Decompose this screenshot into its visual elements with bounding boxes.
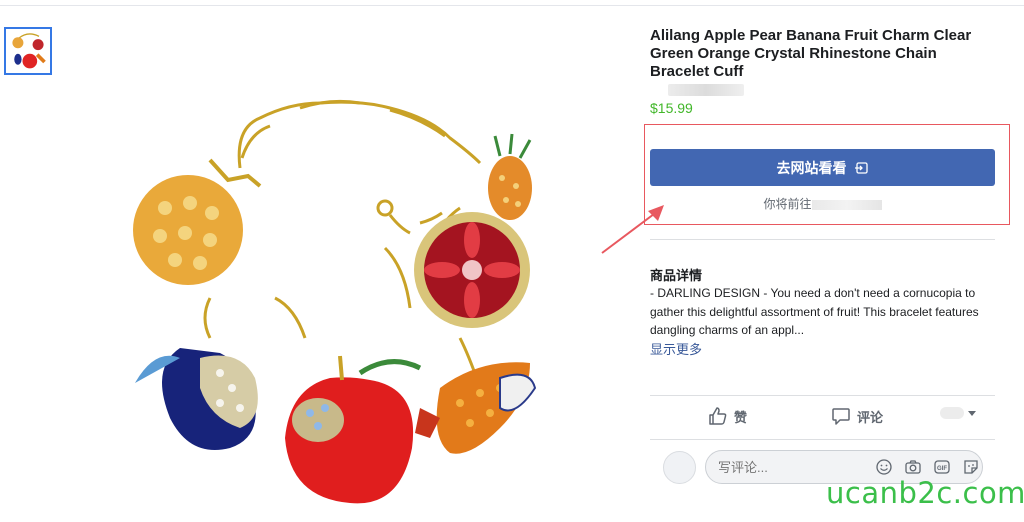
visit-website-label: 去网站看看 (776, 159, 847, 176)
emoji-icon[interactable] (875, 458, 893, 476)
action-bar: 赞 评论 (650, 397, 995, 439)
comment-input-tools: GIF (875, 458, 980, 476)
destination-note: 你将前往 (650, 195, 995, 212)
gif-icon[interactable]: GIF (933, 458, 951, 476)
divider (650, 439, 995, 440)
avatar (663, 451, 696, 484)
identity-selector[interactable] (940, 407, 976, 419)
details-heading: 商品详情 (650, 268, 703, 283)
product-panel: Alilang Apple Pear Banana Fruit Charm Cl… (644, 0, 1010, 522)
comment-button[interactable]: 评论 (831, 406, 883, 426)
watermark-text: ucanb2c.com (826, 476, 1024, 510)
visit-website-button[interactable]: 去网站看看 (650, 149, 995, 186)
caret-down-icon (968, 410, 976, 416)
camera-icon[interactable] (904, 458, 922, 476)
details-description: - DARLING DESIGN - You need a don't need… (650, 286, 979, 337)
product-thumbnail[interactable] (4, 27, 52, 75)
like-label: 赞 (734, 409, 748, 425)
svg-text:GIF: GIF (937, 466, 947, 472)
comment-label: 评论 (857, 409, 884, 425)
comment-icon (832, 408, 850, 425)
like-button[interactable]: 赞 (708, 406, 747, 426)
seller-name-redacted (668, 84, 744, 96)
identity-avatar (940, 407, 964, 419)
product-price: $15.99 (650, 100, 693, 116)
divider (650, 395, 995, 396)
destination-domain-redacted (811, 199, 882, 210)
external-link-icon (854, 161, 868, 174)
thumbs-up-icon (709, 407, 727, 425)
product-image (60, 8, 630, 520)
product-title: Alilang Apple Pear Banana Fruit Charm Cl… (650, 27, 972, 80)
bracelet-image (133, 99, 537, 504)
divider (650, 239, 995, 240)
see-more-link[interactable]: 显示更多 (650, 339, 702, 358)
bracelet-thumbnail-image (6, 29, 50, 73)
sticker-icon[interactable] (962, 458, 980, 476)
destination-note-text: 你将前往 (763, 197, 812, 211)
